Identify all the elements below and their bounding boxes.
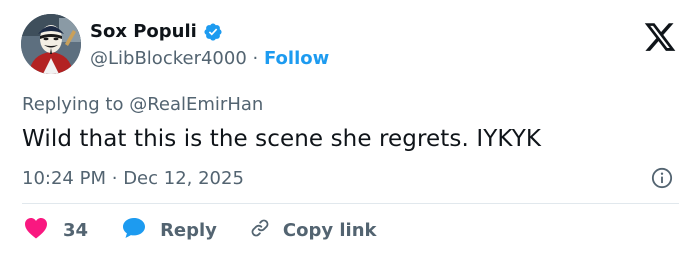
replying-to-mention[interactable]: @RealEmirHan <box>129 94 263 115</box>
reply-label: Reply <box>160 219 217 241</box>
author-handle-row: @LibBlocker4000 · Follow <box>90 48 329 69</box>
author-handle[interactable]: @LibBlocker4000 <box>90 48 247 69</box>
author-name-row: Sox Populi <box>90 21 223 42</box>
tweet-text: Wild that this is the scene she regrets.… <box>22 126 542 152</box>
avatar[interactable] <box>21 14 81 74</box>
timestamp-separator: · <box>111 168 118 189</box>
tweet-date: Dec 12, 2025 <box>123 168 244 189</box>
replying-to-line: Replying to @RealEmirHan <box>22 94 263 115</box>
author-display-name[interactable]: Sox Populi <box>90 21 197 42</box>
copy-link-button[interactable]: Copy link <box>249 217 377 244</box>
verified-badge-icon <box>203 22 223 42</box>
replying-prefix: Replying to <box>22 94 124 115</box>
follow-button[interactable]: Follow <box>264 48 329 69</box>
like-count: 34 <box>63 219 89 241</box>
info-icon[interactable] <box>651 167 673 189</box>
tweet-time: 10:24 PM <box>22 168 106 189</box>
reply-button[interactable]: Reply <box>122 217 217 244</box>
tweet-timestamp[interactable]: 10:24 PM · Dec 12, 2025 <box>22 168 244 189</box>
link-icon <box>249 217 271 244</box>
divider <box>22 203 679 204</box>
avatar-image <box>21 14 81 74</box>
separator-dot: · <box>252 48 259 69</box>
like-button[interactable]: 34 <box>24 217 88 244</box>
copy-link-label: Copy link <box>282 219 377 241</box>
speech-bubble-icon <box>122 217 146 244</box>
tweet-actions: 34 Reply Copy link <box>24 216 377 244</box>
heart-icon <box>24 217 48 244</box>
x-logo-icon[interactable] <box>642 20 678 54</box>
